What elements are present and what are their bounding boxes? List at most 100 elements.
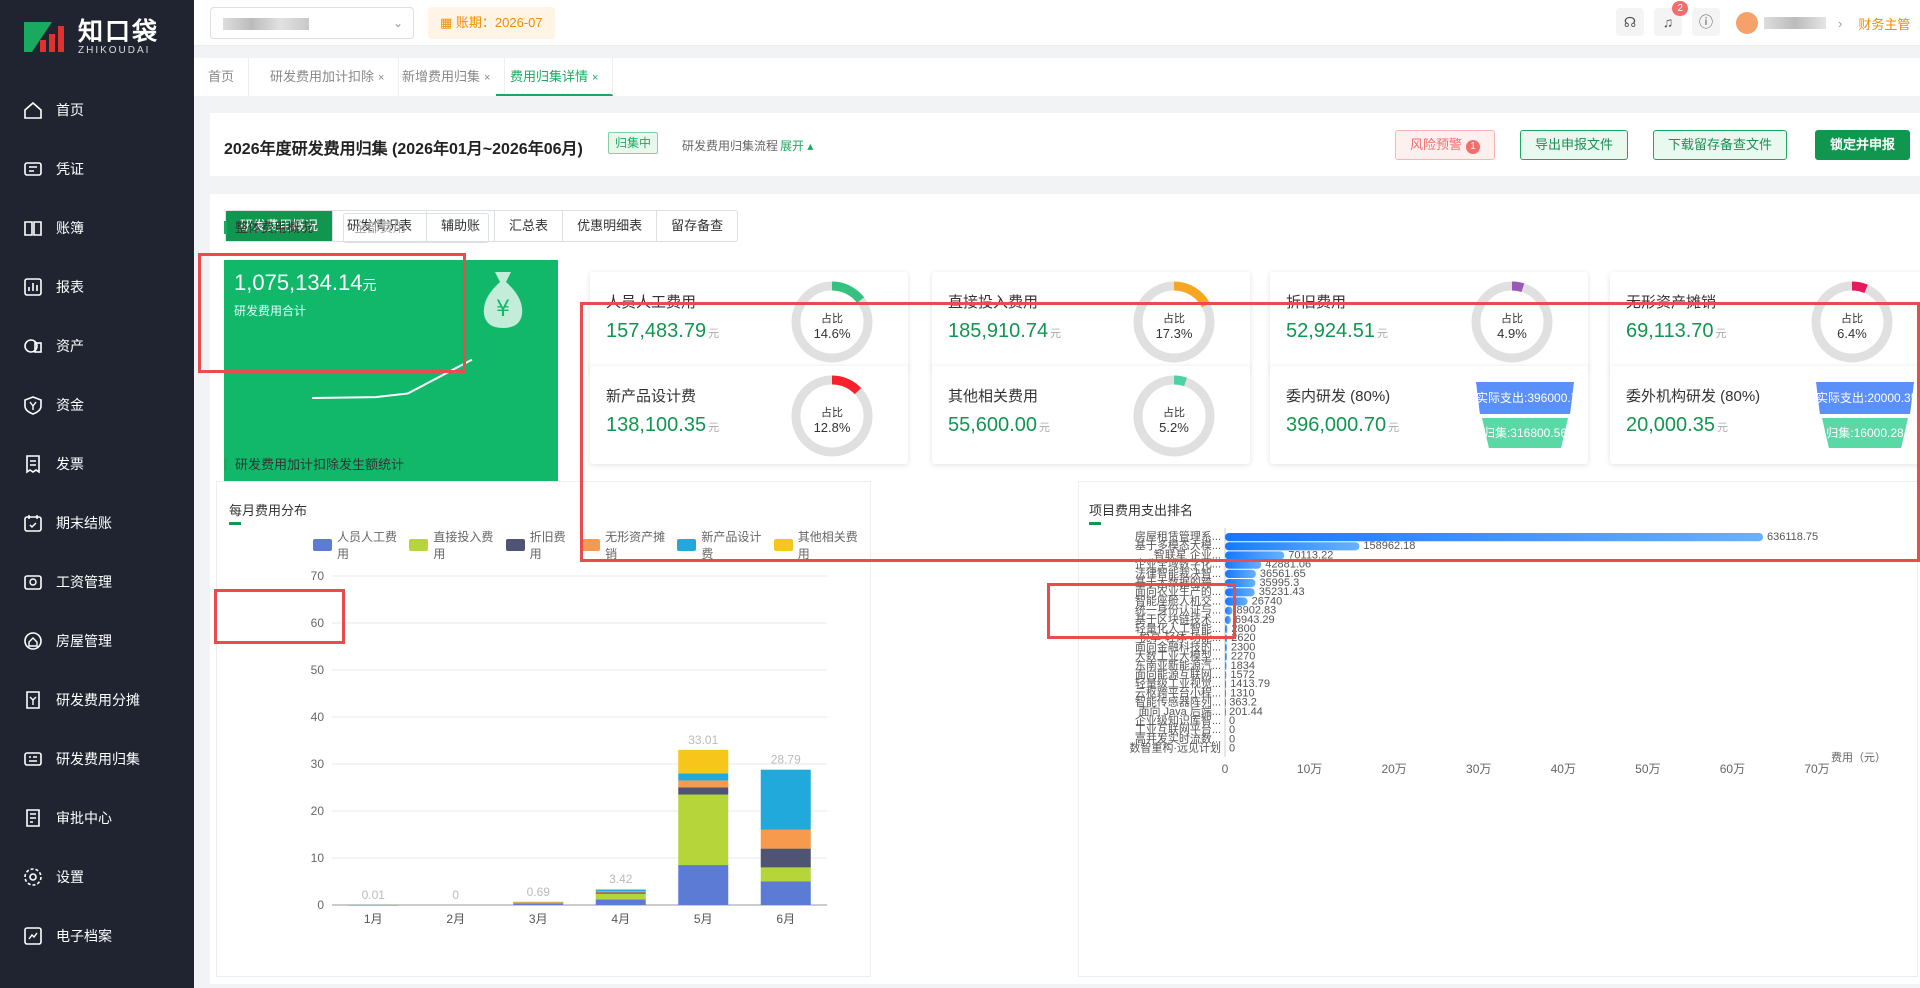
- sidebar-item-6[interactable]: 资金: [0, 375, 194, 434]
- x-tick-label: 50万: [1635, 762, 1660, 776]
- y-tick-label: 20: [311, 804, 325, 818]
- tab-new-collection[interactable]: 新增费用归集 ×: [388, 58, 506, 96]
- sidebar-item-3[interactable]: 账簿: [0, 198, 194, 257]
- expense-filter-select[interactable]: 全部费用 ⌄: [343, 213, 489, 243]
- project-bar[interactable]: [1225, 533, 1763, 542]
- project-bar[interactable]: [1225, 569, 1256, 578]
- monthly-chart-card: 每月费用分布 人员人工费用 直接投入费用 折旧费用 无形资产摊销 新产品设计费 其他相关费…: [216, 481, 871, 977]
- bell-icon[interactable]: ♫ 2: [1654, 1, 1688, 36]
- bar-segment[interactable]: [760, 867, 811, 882]
- bar-segment[interactable]: [678, 794, 729, 866]
- headset-icon[interactable]: ☊: [1616, 8, 1644, 36]
- bar-segment[interactable]: [678, 773, 729, 781]
- bar-segment[interactable]: [760, 881, 811, 906]
- sidebar-item-2[interactable]: 凭证: [0, 139, 194, 198]
- sidebar-item-5[interactable]: 资产: [0, 316, 194, 375]
- sidebar-item-12[interactable]: 研发费用归集: [0, 729, 194, 788]
- project-bar[interactable]: [1225, 707, 1226, 716]
- project-bar[interactable]: [1225, 652, 1227, 661]
- bar-segment[interactable]: [595, 891, 646, 893]
- x-tick-label: 2月: [446, 912, 465, 926]
- project-bar[interactable]: [1225, 689, 1227, 698]
- bar-segment[interactable]: [595, 888, 646, 890]
- project-bar[interactable]: [1225, 671, 1227, 680]
- tab-home[interactable]: 首页: [194, 58, 250, 96]
- y-tick-label: 0: [317, 898, 324, 912]
- x-tick-label: 40万: [1551, 762, 1576, 776]
- bar-segment[interactable]: [595, 893, 646, 900]
- ratio-label: 占比: [1163, 313, 1185, 325]
- bar-segment[interactable]: [678, 780, 729, 788]
- sidebar-item-8[interactable]: 期末结账: [0, 493, 194, 552]
- subtab-4[interactable]: 汇总表: [495, 211, 564, 241]
- project-bar[interactable]: [1225, 625, 1228, 634]
- project-bar[interactable]: [1225, 579, 1256, 588]
- y-tick-label: 50: [311, 663, 325, 677]
- bar-segment[interactable]: [595, 892, 646, 894]
- subtab-6[interactable]: 留存备查: [657, 211, 737, 241]
- tab-collection-detail[interactable]: 费用归集详情 ×: [496, 58, 614, 96]
- bar-segment[interactable]: [348, 904, 399, 906]
- flow-label: 研发费用归集流程: [682, 139, 779, 153]
- close-icon[interactable]: ×: [592, 72, 598, 84]
- bar-segment[interactable]: [513, 901, 564, 903]
- sidebar-item-15[interactable]: 电子档案: [0, 906, 194, 965]
- project-bar[interactable]: [1225, 560, 1262, 569]
- lock-submit-button[interactable]: 锁定并申报: [1815, 130, 1911, 160]
- subtab-5[interactable]: 优惠明细表: [563, 211, 658, 241]
- sidebar-item-10[interactable]: 房屋管理: [0, 611, 194, 670]
- sidebar-item-14[interactable]: 设置: [0, 847, 194, 906]
- export-button[interactable]: 导出申报文件: [1520, 130, 1629, 160]
- bar-segment[interactable]: [595, 889, 646, 892]
- sidebar-item-label: 设置: [56, 868, 84, 885]
- bar-segment[interactable]: [595, 899, 646, 905]
- flow-expand-toggle[interactable]: 展开 ▴: [780, 137, 813, 154]
- ratio-value: 14.6%: [813, 326, 851, 341]
- sidebar-item-7[interactable]: 发票: [0, 434, 194, 493]
- bar-segment[interactable]: [513, 903, 564, 905]
- period-badge[interactable]: ▦ 账期：2026-07: [428, 7, 555, 39]
- bar-segment[interactable]: [678, 749, 729, 774]
- project-bar[interactable]: [1225, 588, 1255, 597]
- bar-total-label: 0.69: [527, 885, 551, 899]
- close-icon[interactable]: ×: [378, 72, 384, 84]
- sidebar-item-9[interactable]: 工资管理: [0, 552, 194, 611]
- project-bar[interactable]: [1225, 680, 1227, 689]
- close-icon[interactable]: ×: [484, 72, 490, 84]
- ranking-chart: 房屋租赁管理系... 636118.75基于多模态大模... 158962.18智联…: [1129, 528, 1886, 776]
- x-tick-label: 1月: [364, 912, 383, 926]
- project-bar[interactable]: [1225, 643, 1227, 652]
- bar-segment[interactable]: [678, 787, 729, 795]
- bar-segment[interactable]: [760, 829, 811, 849]
- project-bar[interactable]: [1225, 606, 1233, 615]
- bar-segment[interactable]: [678, 865, 729, 905]
- sidebar-item-13[interactable]: 审批中心: [0, 788, 194, 847]
- sidebar-item-4[interactable]: 报表: [0, 257, 194, 316]
- user-menu[interactable]: › 财务主管: [1736, 8, 1910, 38]
- project-bar[interactable]: [1225, 634, 1228, 643]
- approval-icon: [22, 807, 44, 829]
- archive-icon: [22, 925, 44, 947]
- tab-deduction[interactable]: 研发费用加计扣除 ×: [256, 58, 400, 96]
- bar-segment[interactable]: [760, 769, 811, 830]
- risk-warning-button[interactable]: 风险预警 1: [1395, 130, 1496, 160]
- bar-total-label: 33.01: [688, 733, 718, 747]
- project-bar[interactable]: [1225, 661, 1227, 670]
- download-button[interactable]: 下载留存备查文件: [1653, 130, 1788, 160]
- brand-name: 知口袋: [78, 17, 160, 46]
- stat-name: 其他相关费用: [948, 388, 1039, 405]
- stat-amount: 138,100.35: [606, 414, 707, 436]
- ratio-value: 12.8%: [813, 420, 851, 435]
- sidebar: 知口袋 ZHIKOUDAI 首页 凭证 账簿 报表 资产 资金 发票 期末结账 工资管理 房屋管理…: [0, 0, 194, 988]
- sidebar-item-11[interactable]: 研发费用分摊: [0, 670, 194, 729]
- chevron-right-icon: ›: [1838, 15, 1843, 31]
- project-bar[interactable]: [1225, 698, 1226, 707]
- info-icon[interactable]: ⓘ: [1692, 8, 1720, 36]
- ratio-label: 占比: [1163, 407, 1185, 419]
- bar-segment[interactable]: [760, 848, 811, 868]
- total-value: 1,075,134.14元: [234, 270, 376, 296]
- stat-name: 直接投入费用: [948, 294, 1039, 311]
- company-select[interactable]: ⌄: [210, 7, 414, 39]
- sidebar-item-1[interactable]: 首页: [0, 80, 194, 139]
- project-bar[interactable]: [1225, 615, 1231, 624]
